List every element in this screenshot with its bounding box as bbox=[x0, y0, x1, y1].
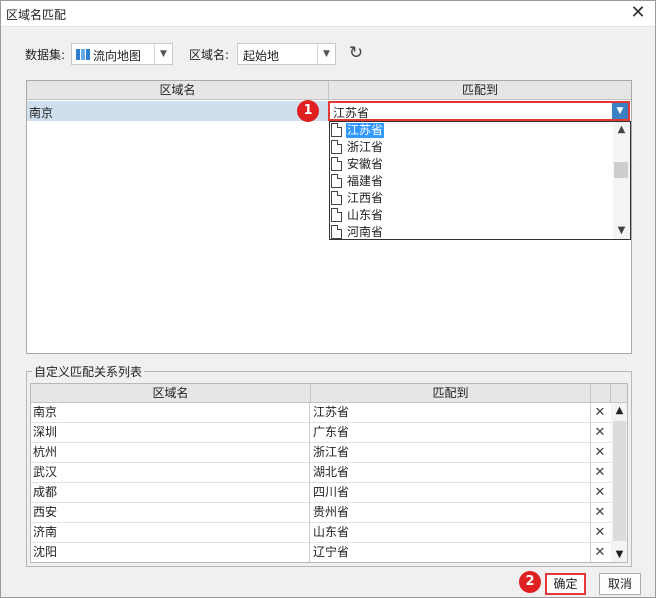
region-label: 区域名: bbox=[189, 48, 230, 62]
custom-table-header: 区域名 匹配到 bbox=[31, 384, 627, 403]
row-match: 江苏省 bbox=[311, 403, 591, 423]
document-icon bbox=[331, 157, 342, 171]
scroll-down-icon[interactable]: ▼ bbox=[611, 547, 627, 562]
row-region: 深圳 bbox=[31, 423, 310, 443]
grid-row-selected[interactable]: 南京 bbox=[27, 101, 329, 121]
row-match: 四川省 bbox=[311, 483, 591, 503]
chevron-down-icon[interactable]: ▼ bbox=[612, 103, 628, 119]
dropdown-item-label: 福建省 bbox=[347, 174, 384, 188]
delete-icon[interactable]: ✕ bbox=[592, 465, 608, 481]
row-match: 广东省 bbox=[311, 423, 591, 443]
dataset-select[interactable]: 流向地图 ▼ bbox=[71, 43, 173, 65]
row-match: 贵州省 bbox=[311, 503, 591, 523]
table-row[interactable]: 西安 贵州省 ✕ bbox=[31, 503, 611, 523]
table-row[interactable]: 杭州 浙江省 ✕ bbox=[31, 443, 611, 463]
refresh-icon[interactable]: ↻ bbox=[347, 44, 365, 62]
step-badge-1: 1 bbox=[297, 100, 319, 122]
close-icon[interactable]: ✕ bbox=[627, 3, 649, 25]
dropdown-item-label: 江西省 bbox=[347, 191, 384, 205]
chevron-down-icon[interactable]: ▼ bbox=[154, 44, 172, 64]
row-region: 成都 bbox=[31, 483, 310, 503]
step-badge-2: 2 bbox=[519, 571, 541, 593]
row-match: 辽宁省 bbox=[311, 543, 591, 562]
row-region: 杭州 bbox=[31, 443, 310, 463]
dropdown-item[interactable]: 福建省 bbox=[330, 173, 614, 190]
custom-match-table: 区域名 匹配到 南京 江苏省 ✕ 深圳 广东省 ✕ 杭州 浙江省 ✕ 武汉 湖北… bbox=[30, 383, 628, 563]
dialog-title: 区域名匹配 bbox=[6, 8, 67, 22]
custom-list-title: 自定义匹配关系列表 bbox=[32, 363, 145, 380]
dropdown-item-label: 安徽省 bbox=[347, 157, 384, 171]
grid-header-match: 匹配到 bbox=[461, 83, 498, 97]
delete-icon[interactable]: ✕ bbox=[592, 545, 608, 561]
table-row[interactable]: 南京 江苏省 ✕ bbox=[31, 403, 611, 423]
document-icon bbox=[331, 174, 342, 188]
region-select[interactable]: 起始地 ▼ bbox=[237, 43, 336, 65]
table-row[interactable]: 成都 四川省 ✕ bbox=[31, 483, 611, 503]
delete-icon[interactable]: ✕ bbox=[592, 405, 608, 421]
dropdown-item-label: 河南省 bbox=[347, 225, 384, 239]
custom-header-region: 区域名 bbox=[31, 384, 311, 403]
scrollbar-thumb[interactable] bbox=[614, 162, 628, 178]
table-row[interactable]: 沈阳 辽宁省 ✕ bbox=[31, 543, 611, 562]
dropdown-item[interactable]: 河南省 bbox=[330, 224, 614, 239]
dropdown-item-label: 山东省 bbox=[347, 208, 384, 222]
region-value: 起始地 bbox=[243, 49, 280, 63]
table-row[interactable]: 济南 山东省 ✕ bbox=[31, 523, 611, 543]
dropdown-item[interactable]: 江西省 bbox=[330, 190, 614, 207]
custom-header-match: 匹配到 bbox=[311, 384, 591, 403]
grid-header: 区域名 匹配到 bbox=[27, 81, 631, 100]
match-dropdown-list[interactable]: 江苏省 浙江省 安徽省 福建省 江西省 山东省 河南省 ▲ ▼ bbox=[329, 121, 631, 240]
row-region: 济南 bbox=[31, 523, 310, 543]
ok-button[interactable]: 确定 bbox=[545, 573, 586, 595]
dropdown-item[interactable]: 浙江省 bbox=[330, 139, 614, 156]
row-region: 南京 bbox=[31, 403, 310, 423]
delete-icon[interactable]: ✕ bbox=[592, 485, 608, 501]
dropdown-item[interactable]: 安徽省 bbox=[330, 156, 614, 173]
delete-icon[interactable]: ✕ bbox=[592, 505, 608, 521]
match-select[interactable]: 江苏省 ▼ bbox=[328, 101, 630, 121]
table-row[interactable]: 武汉 湖北省 ✕ bbox=[31, 463, 611, 483]
row-match: 湖北省 bbox=[311, 463, 591, 483]
match-value: 江苏省 bbox=[333, 106, 370, 120]
dataset-value: 流向地图 bbox=[93, 49, 142, 63]
row-match: 山东省 bbox=[311, 523, 591, 543]
row-match: 浙江省 bbox=[311, 443, 591, 463]
cancel-button[interactable]: 取消 bbox=[599, 573, 641, 595]
table-row[interactable]: 深圳 广东省 ✕ bbox=[31, 423, 611, 443]
custom-header-action bbox=[591, 384, 611, 403]
grid-row-region: 南京 bbox=[29, 106, 54, 120]
title-bar: 区域名匹配 ✕ bbox=[1, 1, 655, 27]
custom-table-scrollbar[interactable]: ▲ ▼ bbox=[611, 403, 627, 562]
document-icon bbox=[331, 208, 342, 222]
grid-header-region: 区域名 bbox=[27, 81, 329, 100]
row-region: 西安 bbox=[31, 503, 310, 523]
document-icon bbox=[331, 191, 342, 205]
dropdown-item[interactable]: 江苏省 bbox=[330, 122, 614, 139]
document-icon bbox=[331, 140, 342, 154]
scrollbar-thumb[interactable] bbox=[613, 421, 626, 541]
row-region: 武汉 bbox=[31, 463, 310, 483]
dropdown-item-label: 浙江省 bbox=[347, 140, 384, 154]
scroll-up-icon[interactable]: ▲ bbox=[611, 403, 627, 419]
region-match-dialog: 区域名匹配 ✕ 数据集: 流向地图 ▼ 区域名: 起始地 ▼ ↻ 区域名 匹配到… bbox=[0, 0, 656, 598]
row-region: 沈阳 bbox=[31, 543, 310, 562]
chevron-down-icon[interactable]: ▼ bbox=[317, 44, 335, 64]
dataset-label: 数据集: bbox=[25, 48, 66, 62]
document-icon bbox=[331, 225, 342, 239]
document-icon bbox=[331, 123, 342, 137]
map-icon bbox=[76, 49, 90, 60]
delete-icon[interactable]: ✕ bbox=[592, 425, 608, 441]
dropdown-item-label: 江苏省 bbox=[346, 123, 385, 138]
dropdown-scrollbar[interactable]: ▲ ▼ bbox=[613, 122, 630, 239]
scroll-up-icon[interactable]: ▲ bbox=[613, 122, 630, 138]
scroll-down-icon[interactable]: ▼ bbox=[613, 223, 630, 239]
delete-icon[interactable]: ✕ bbox=[592, 445, 608, 461]
delete-icon[interactable]: ✕ bbox=[592, 525, 608, 541]
dropdown-item[interactable]: 山东省 bbox=[330, 207, 614, 224]
